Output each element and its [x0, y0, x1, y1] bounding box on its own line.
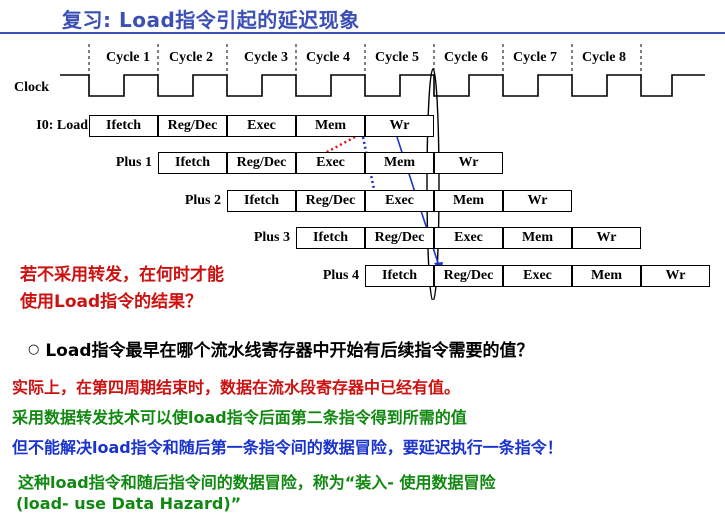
stage-ifetch: Ifetch [158, 152, 227, 174]
stage-reg-dec: Reg/Dec [227, 152, 296, 174]
note-cycle-four: 实际上，在第四周期结束时，数据在流水段寄存器中已经有值。 [12, 378, 461, 397]
note-stall: 但不能解决load指令和随后第一条指令间的数据冒险，要延迟执行一条指令！ [12, 438, 563, 457]
stage-reg-dec: Reg/Dec [365, 227, 434, 249]
stage-exec: Exec [365, 190, 434, 212]
row-label-i0-load: I0: Load [36, 118, 88, 133]
stage-exec: Exec [503, 265, 572, 287]
stage-ifetch: Ifetch [296, 227, 365, 249]
stage-reg-dec: Reg/Dec [296, 190, 365, 212]
clock-waveform [60, 74, 705, 97]
stage-exec: Exec [434, 227, 503, 249]
stage-exec: Exec [296, 152, 365, 174]
forwarding-question: 若不采用转发，在何时才能 使用Load指令的结果？ [20, 262, 224, 316]
stage-ifetch: Ifetch [365, 265, 434, 287]
note-load-use-hazard: 这种load指令和随后指令间的数据冒险，称为“装入- 使用数据冒险 [18, 473, 496, 492]
forwarding-question-line-1: 若不采用转发，在何时才能 [20, 265, 224, 285]
stage-exec: Exec [227, 115, 296, 137]
stage-mem: Mem [365, 152, 434, 174]
stage-mem: Mem [434, 190, 503, 212]
stage-ifetch: Ifetch [227, 190, 296, 212]
note-load-use-hazard-english: (load- use Data Hazard)” [16, 494, 242, 513]
row-label-plus-1: Plus 1 [115, 155, 152, 170]
stage-wr: Wr [434, 152, 503, 174]
bullet-marker: ○ [28, 342, 40, 357]
clock-label: Clock [14, 80, 49, 95]
bullet-question: ○ Load指令最早在哪个流水线寄存器中开始有后续指令需要的值？ [28, 336, 534, 361]
note-forwarding: 采用数据转发技术可以使load指令后面第二条指令得到所需的值 [12, 408, 467, 427]
stage-wr: Wr [503, 190, 572, 212]
stage-mem: Mem [572, 265, 641, 287]
stage-ifetch: Ifetch [89, 115, 158, 137]
row-label-plus-4: Plus 4 [322, 268, 359, 283]
stage-wr: Wr [365, 115, 434, 137]
stage-wr: Wr [572, 227, 641, 249]
stage-reg-dec: Reg/Dec [434, 265, 503, 287]
stage-mem: Mem [503, 227, 572, 249]
row-label-plus-2: Plus 2 [184, 193, 221, 208]
stage-wr: Wr [641, 265, 710, 287]
row-label-plus-3: Plus 3 [253, 230, 290, 245]
forwarding-question-line-2: 使用Load指令的结果？ [20, 292, 203, 312]
stage-mem: Mem [296, 115, 365, 137]
pipeline-diagram [60, 44, 705, 300]
bullet-question-text: Load指令最早在哪个流水线寄存器中开始有后续指令需要的值？ [45, 341, 534, 361]
stage-reg-dec: Reg/Dec [158, 115, 227, 137]
